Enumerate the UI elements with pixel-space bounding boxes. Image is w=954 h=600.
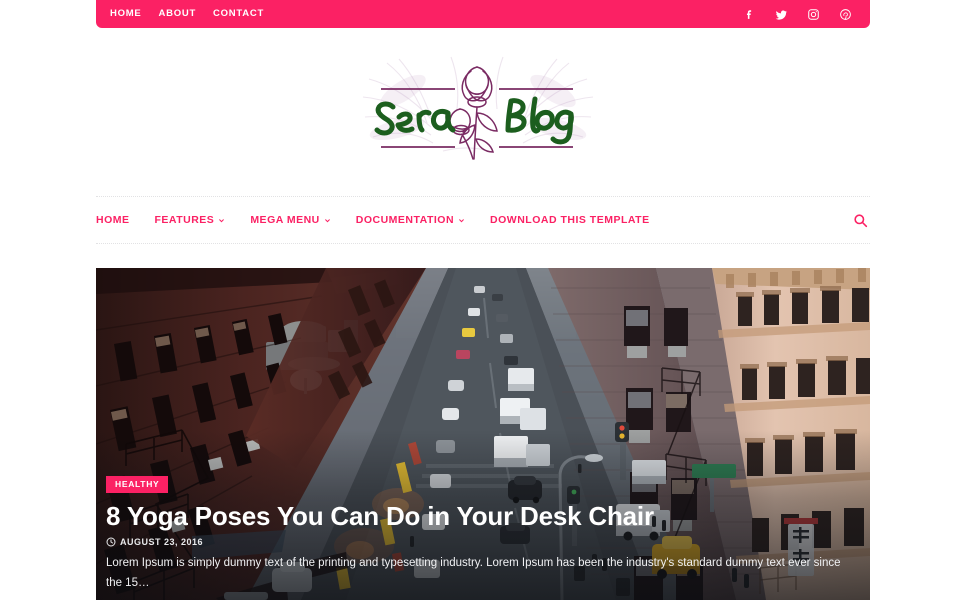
topbar-link-about[interactable]: ABOUT bbox=[159, 9, 197, 19]
social-links bbox=[743, 8, 852, 21]
nav-item-documentation[interactable]: DOCUMENTATION bbox=[356, 214, 465, 226]
nav-item-mega-menu[interactable]: MEGA MENU bbox=[250, 214, 330, 226]
nav-item-features[interactable]: FEATURES bbox=[155, 214, 226, 226]
featured-post-date-label: AUGUST 23, 2016 bbox=[120, 537, 204, 548]
nav-item-download-this-template[interactable]: DOWNLOAD THIS TEMPLATE bbox=[490, 214, 650, 226]
featured-post-excerpt: Lorem Ipsum is simply dummy text of the … bbox=[106, 557, 841, 590]
facebook-icon[interactable] bbox=[743, 8, 756, 21]
site-logo[interactable] bbox=[347, 51, 607, 169]
nav-item-features-label: FEATURES bbox=[154, 214, 215, 226]
top-utility-bar: HOME ABOUT CONTACT bbox=[96, 0, 870, 28]
main-nav-items: HOME FEATURES MEGA MENU DOCUMENTATION DO… bbox=[96, 214, 650, 226]
featured-post-card[interactable]: HEALTHY 8 Yoga Poses You Can Do in Your … bbox=[96, 268, 870, 600]
featured-post-date: AUGUST 23, 2016 bbox=[106, 537, 856, 547]
pinterest-icon[interactable] bbox=[839, 8, 852, 21]
nav-item-home-label: HOME bbox=[96, 214, 130, 226]
nav-item-mega-menu-label: MEGA MENU bbox=[250, 214, 320, 226]
featured-post-content: HEALTHY 8 Yoga Poses You Can Do in Your … bbox=[106, 474, 856, 594]
chevron-down-icon bbox=[219, 218, 225, 222]
chevron-down-icon bbox=[324, 218, 330, 222]
search-button[interactable] bbox=[850, 210, 870, 230]
featured-post-title[interactable]: 8 Yoga Poses You Can Do in Your Desk Cha… bbox=[106, 502, 856, 531]
nav-item-download-label: DOWNLOAD THIS TEMPLATE bbox=[490, 214, 650, 226]
clock-icon bbox=[106, 537, 116, 547]
topbar-link-contact[interactable]: CONTACT bbox=[213, 9, 264, 19]
twitter-icon[interactable] bbox=[775, 8, 788, 21]
topbar-nav: HOME ABOUT CONTACT bbox=[110, 9, 264, 19]
chevron-down-icon bbox=[459, 218, 464, 222]
site-logo-area bbox=[0, 28, 954, 192]
category-badge[interactable]: HEALTHY bbox=[106, 476, 169, 493]
main-navigation: HOME FEATURES MEGA MENU DOCUMENTATION DO… bbox=[96, 196, 870, 244]
nav-item-home[interactable]: HOME bbox=[96, 214, 130, 226]
page-root: HOME ABOUT CONTACT HOME FEATURES MEGA ME… bbox=[0, 0, 954, 600]
instagram-icon[interactable] bbox=[807, 8, 820, 21]
nav-item-documentation-label: DOCUMENTATION bbox=[355, 214, 455, 226]
topbar-link-home[interactable]: HOME bbox=[110, 9, 142, 19]
search-icon bbox=[853, 213, 867, 227]
